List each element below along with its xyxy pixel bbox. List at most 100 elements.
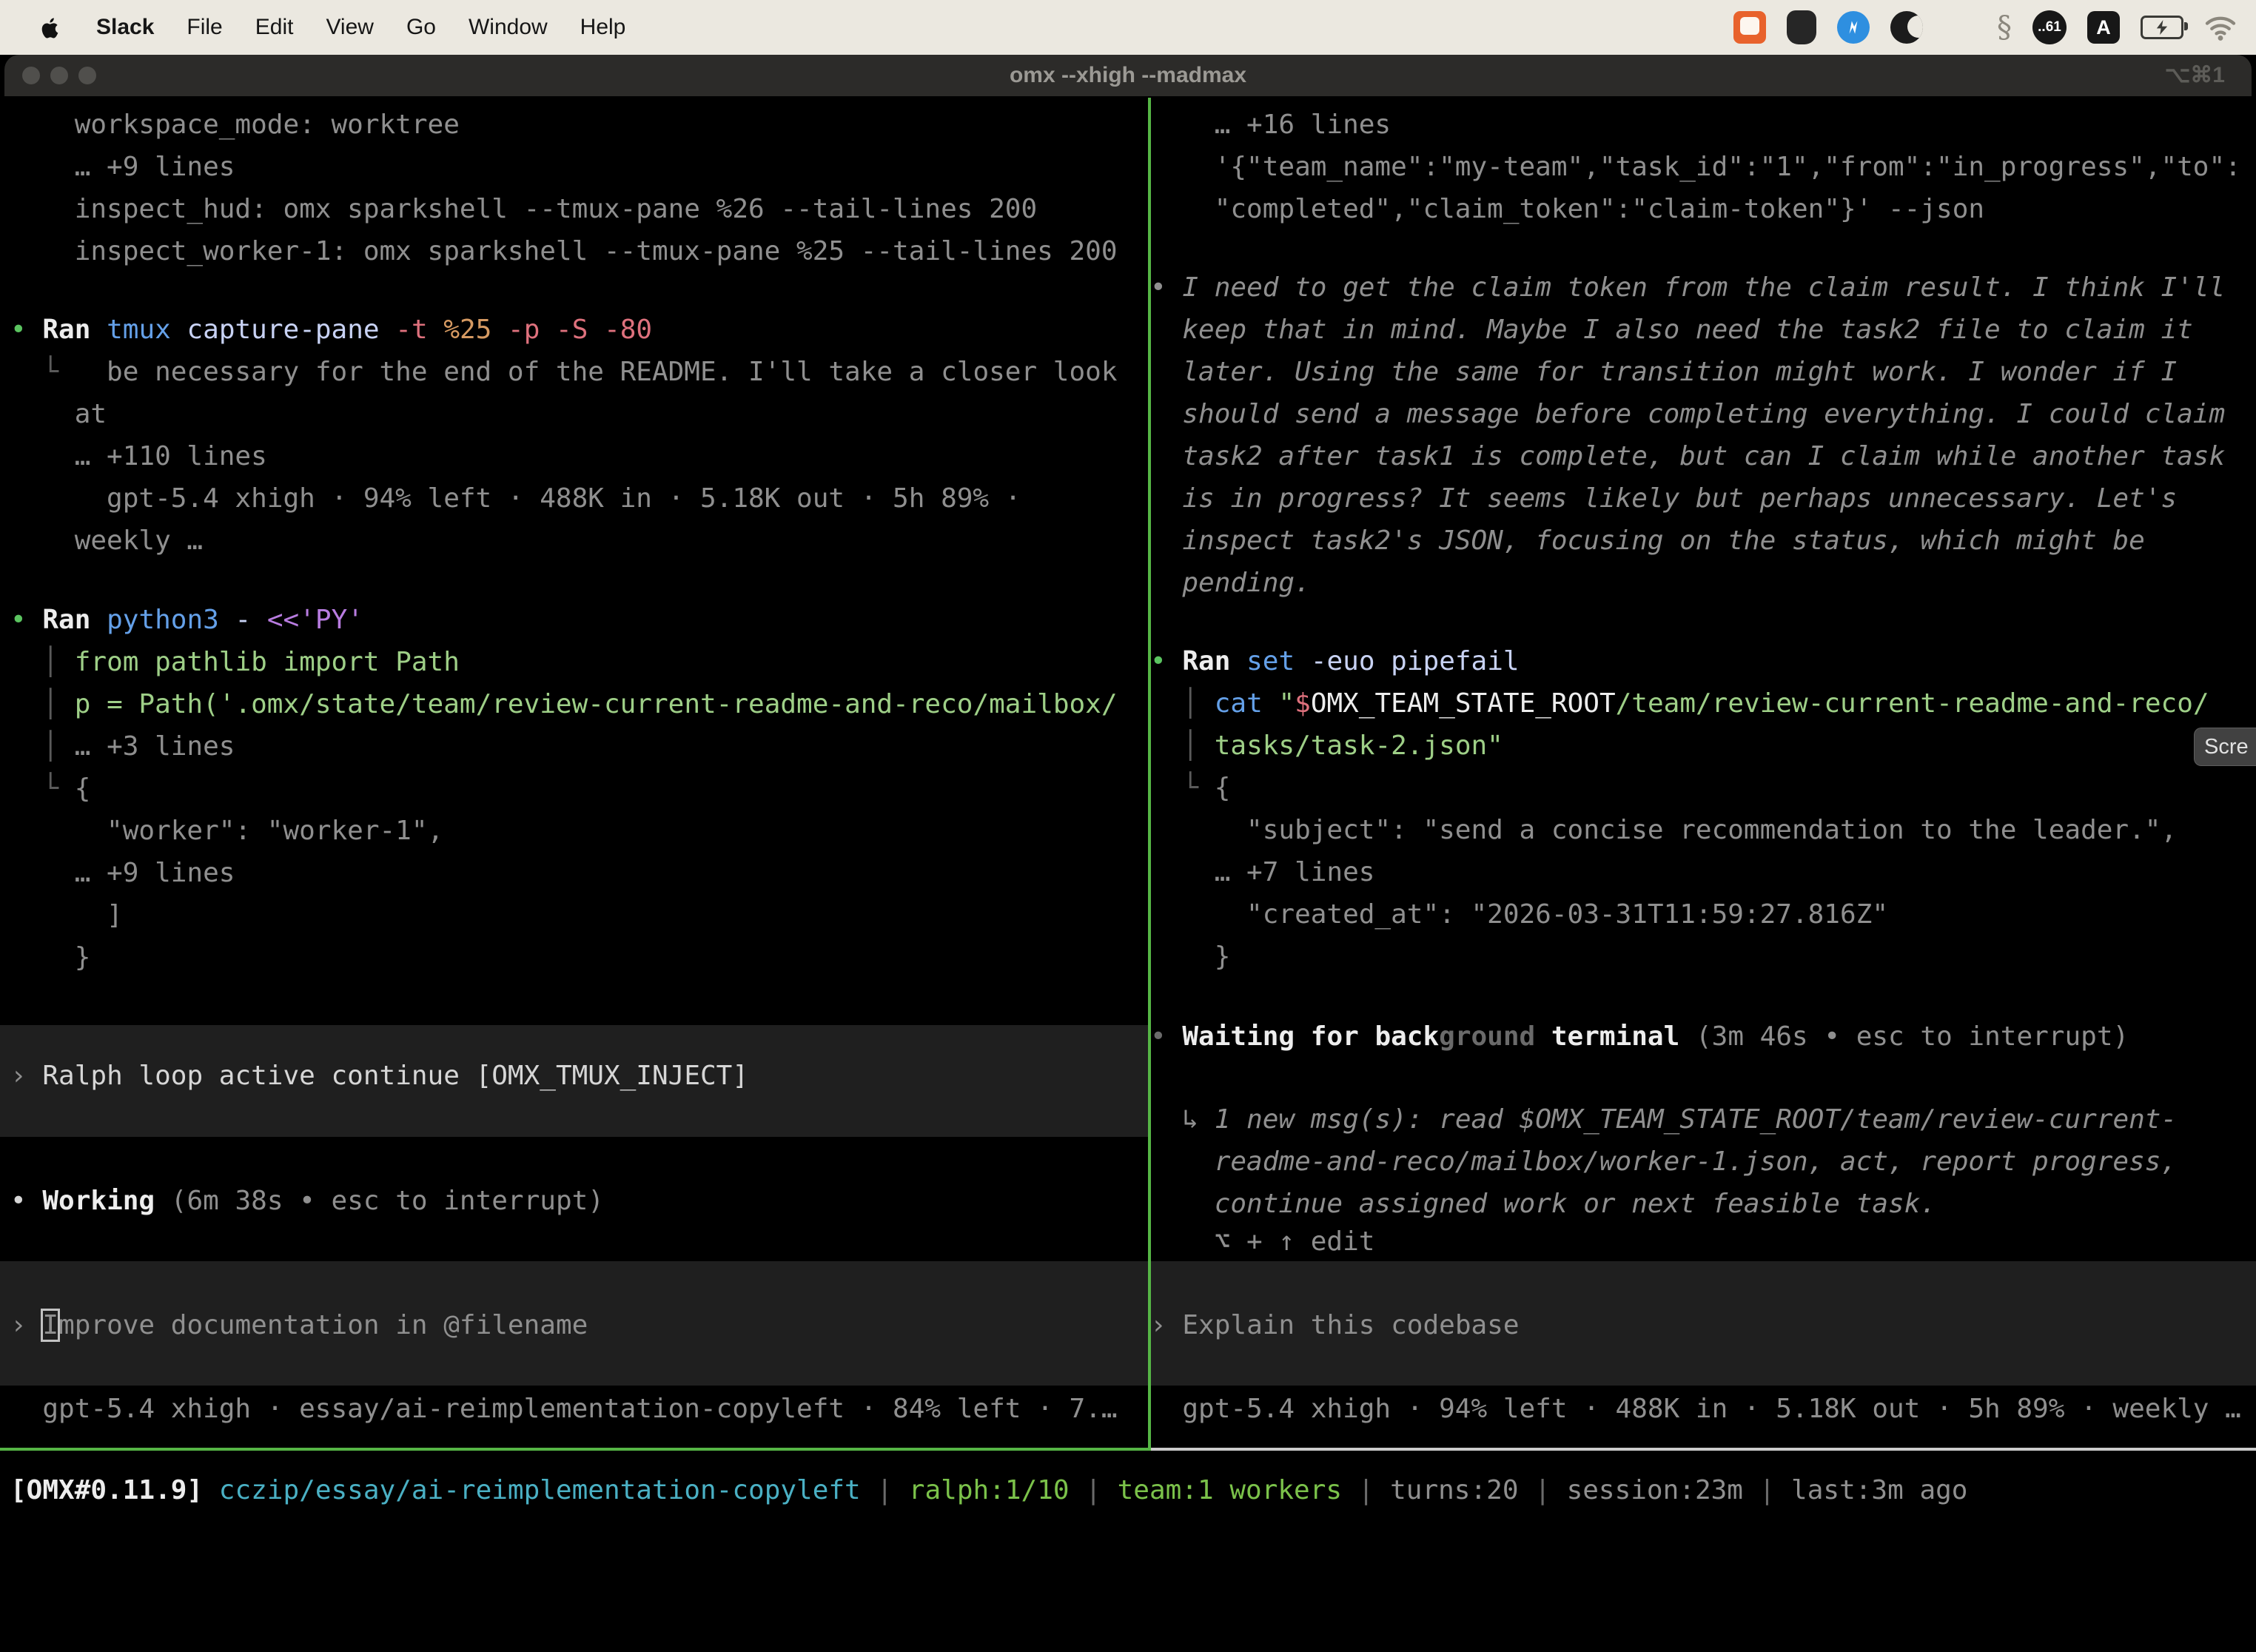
- text-segment: be necessary for the end of the README. …: [58, 357, 1117, 387]
- text-segment: from pathlib import Path: [75, 647, 460, 677]
- text-segment: [155, 1186, 171, 1216]
- text-segment: [27, 1310, 43, 1340]
- menu-app-name[interactable]: Slack: [96, 15, 154, 40]
- terminal-line: • Ran tmux capture-pane -t %25 -p -S -80: [10, 309, 652, 351]
- wifi-icon[interactable]: [2204, 14, 2237, 41]
- text-segment: [90, 605, 107, 635]
- input-prompt-line[interactable]: › Explain this codebase: [1150, 1304, 1520, 1346]
- text-segment: [1775, 1475, 1791, 1505]
- text-segment: |: [1085, 1475, 1101, 1505]
- text-segment: <<'PY': [267, 605, 363, 635]
- ralph-loop-status: › Ralph loop active continue [OMX_TMUX_I…: [10, 1055, 748, 1097]
- text-segment: '{"team_name":"my-team","task_id":"1","f…: [1150, 152, 2241, 182]
- text-segment: "subject": "send a concise recommendatio…: [1150, 815, 2177, 845]
- dots-grid-icon[interactable]: [1944, 11, 1976, 44]
- zoom-button[interactable]: [78, 67, 96, 84]
- keypad-shield-icon[interactable]: [1787, 10, 1816, 44]
- status-bullet: •: [1150, 1021, 1166, 1052]
- tree-guide: │: [10, 731, 58, 762]
- text-segment: -euo pipefail: [1311, 646, 1520, 676]
- terminal-line: workspace_mode: worktree: [10, 104, 460, 146]
- text-segment: p = Path('.omx/state/team/review-current…: [75, 689, 1118, 719]
- input-prompt-line[interactable]: › Improve documentation in @filename: [10, 1304, 588, 1346]
- minimize-button[interactable]: [50, 67, 68, 84]
- terminal-line: should send a message before completing …: [1150, 393, 2225, 435]
- menu-bar-left: Slack File Edit View Go Window Help: [0, 13, 625, 42]
- text-segment: |: [1759, 1475, 1776, 1505]
- input-source-icon[interactable]: A: [2087, 11, 2120, 44]
- terminal-line: ⌥ + ↑ edit: [1150, 1220, 1374, 1263]
- moon-icon[interactable]: [1890, 11, 1923, 44]
- text-segment: [251, 605, 267, 635]
- text-segment: [219, 605, 235, 635]
- status-bullet: •: [10, 1186, 27, 1216]
- text-segment: python3: [107, 605, 219, 635]
- terminal-line: continue assigned work or next feasible …: [1150, 1183, 1936, 1225]
- blue-bolt-icon[interactable]: [1837, 11, 1870, 44]
- text-segment: /team/review-current-readme-and-reco/: [1616, 688, 2209, 719]
- text-segment: [1166, 646, 1183, 676]
- text-segment: gpt-5.4 xhigh · essay/ai-reimplementatio…: [10, 1394, 1118, 1424]
- terminal-line: is in progress? It seems likely but perh…: [1150, 477, 2177, 520]
- text-segment: capture-pane: [187, 315, 379, 345]
- tree-guide: │: [10, 647, 58, 677]
- menu-item-go[interactable]: Go: [406, 15, 436, 40]
- menu-item-view[interactable]: View: [326, 15, 373, 40]
- window-shortcut: ⌥⌘1: [2165, 55, 2225, 96]
- apple-menu-icon[interactable]: [38, 13, 64, 42]
- text-segment: inspect_worker-1: omx sparkshell --tmux-…: [10, 236, 1118, 266]
- text-segment: ground: [1439, 1021, 1535, 1052]
- close-button[interactable]: [22, 67, 40, 84]
- text-segment: [1295, 646, 1311, 676]
- menu-item-help[interactable]: Help: [580, 15, 626, 40]
- tree-guide: │: [10, 689, 58, 719]
- tree-guide: └: [10, 357, 58, 387]
- working-status: • Working (6m 38s • esc to interrupt): [10, 1180, 604, 1222]
- chat-app-icon[interactable]: [1733, 11, 1766, 44]
- terminal-area: workspace_mode: worktree … +9 lines insp…: [0, 96, 2256, 1652]
- text-segment: readme-and-reco/mailbox/worker-1.json, a…: [1150, 1146, 2177, 1177]
- text-segment: ": [1278, 688, 1295, 719]
- text-segment: [1198, 1104, 1215, 1135]
- terminal-line: pending.: [1150, 562, 1311, 604]
- text-segment: |: [1358, 1475, 1374, 1505]
- turns-counter: turns:20: [1390, 1475, 1518, 1505]
- text-segment: [27, 1186, 43, 1216]
- terminal-line: gpt-5.4 xhigh · 94% left · 488K in · 5.1…: [1150, 1388, 2241, 1430]
- text-segment: [1101, 1475, 1118, 1505]
- text-segment: [861, 1475, 877, 1505]
- text-segment: inspect_hud: omx sparkshell --tmux-pane …: [10, 194, 1037, 224]
- terminal-line: ]: [10, 894, 123, 936]
- window-titlebar[interactable]: omx --xhigh --madmax ⌥⌘1: [4, 55, 2252, 96]
- battery-icon[interactable]: [2141, 16, 2183, 39]
- text-segment: -: [235, 605, 252, 635]
- session-path: cczip/essay/ai-reimplementation-copyleft: [219, 1475, 861, 1505]
- terminal-line: inspect_hud: omx sparkshell --tmux-pane …: [10, 188, 1037, 230]
- terminal-line: │ from pathlib import Path: [10, 641, 460, 683]
- text-segment: later. Using the same for transition mig…: [1150, 357, 2177, 387]
- text-segment: }: [10, 942, 90, 973]
- menu-item-window[interactable]: Window: [469, 15, 548, 40]
- battery-percent-icon[interactable]: ..61: [2032, 10, 2067, 44]
- waiting-status: • Waiting for background terminal (3m 46…: [1150, 1015, 2129, 1058]
- text-segment: [58, 731, 75, 762]
- overlay-tooltip: Scre: [2194, 728, 2256, 766]
- terminal-line: gpt-5.4 xhigh · 94% left · 488K in · 5.1…: [10, 477, 1021, 520]
- text-segment: Waiting for back: [1182, 1021, 1439, 1052]
- squiggle-icon[interactable]: §: [1997, 10, 2012, 44]
- text-segment: ]: [10, 900, 123, 930]
- text-segment: keep that in mind. Maybe I also need the…: [1150, 315, 2193, 345]
- reply-arrow: ↳: [1150, 1104, 1198, 1135]
- terminal-line: "worker": "worker-1",: [10, 810, 443, 852]
- text-cursor[interactable]: I: [42, 1310, 58, 1340]
- text-segment: [1198, 688, 1215, 719]
- run-bullet: •: [10, 315, 27, 345]
- text-segment: mprove documentation in @filename: [58, 1310, 588, 1340]
- text-segment: [1374, 1475, 1390, 1505]
- text-segment: set: [1246, 646, 1295, 676]
- menu-item-edit[interactable]: Edit: [255, 15, 294, 40]
- menu-item-file[interactable]: File: [187, 15, 222, 40]
- text-segment: [893, 1475, 909, 1505]
- text-segment: … +3 lines: [75, 731, 235, 762]
- terminal-line: task2 after task1 is complete, but can I…: [1150, 435, 2225, 477]
